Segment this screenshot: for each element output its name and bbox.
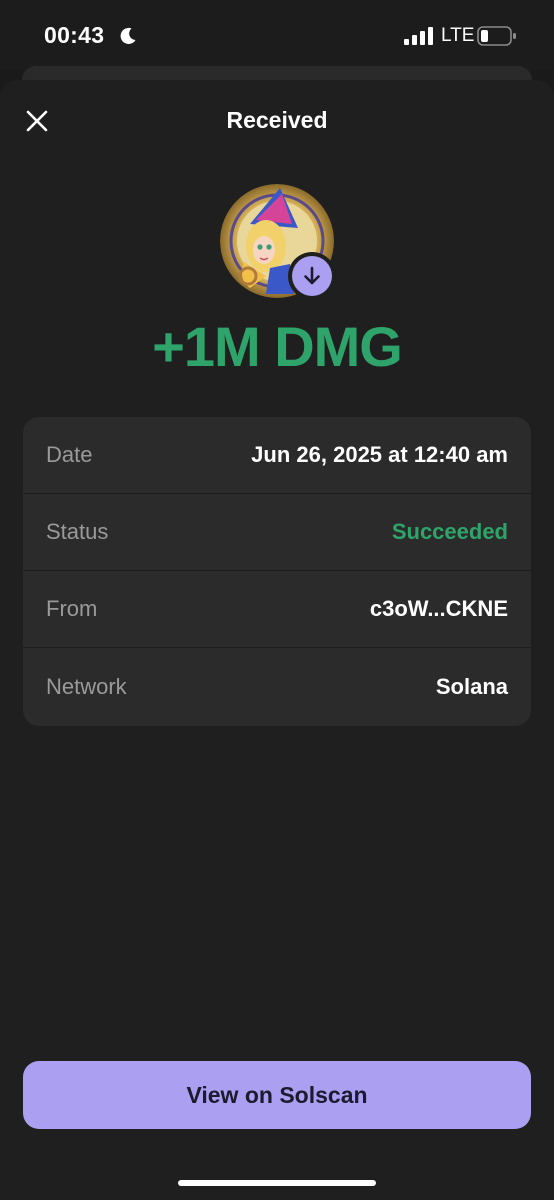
moon-icon	[120, 27, 136, 44]
arrow-down-icon	[304, 266, 320, 285]
network-value: Solana	[435, 674, 508, 699]
sheet-title: Received	[226, 107, 328, 133]
from-address[interactable]: c3oW...CKNE	[370, 596, 508, 622]
signal-icon	[404, 27, 433, 45]
detail-row-status: Status Succeeded	[23, 494, 531, 571]
status-value: Succeeded	[391, 519, 508, 544]
status-label: Status	[46, 519, 109, 544]
detail-row-network: Network Solana	[23, 648, 531, 726]
date-label: Date	[46, 442, 93, 467]
details-card: Date Jun 26, 2025 at 12:40 am Status Suc…	[23, 417, 531, 726]
view-on-solscan-button[interactable]: View on Solscan	[23, 1061, 531, 1129]
received-badge	[288, 252, 336, 300]
date-value: Jun 26, 2025 at 12:40 am	[251, 442, 508, 467]
received-amount: +1M DMG	[152, 315, 403, 378]
screen: 00:43 LTE Received +1M DMG Date Jun 26, …	[0, 0, 554, 1200]
transaction-sheet: Received +1M DMG Date Jun 26, 2025 at 12…	[0, 80, 554, 1200]
detail-row-from[interactable]: From c3oW...CKNE	[23, 571, 531, 648]
home-indicator[interactable]	[178, 1180, 376, 1186]
status-time: 00:43	[44, 22, 105, 48]
status-bar: 00:43 LTE	[0, 0, 554, 70]
detail-row-date: Date Jun 26, 2025 at 12:40 am	[23, 417, 531, 494]
battery-icon	[477, 26, 516, 46]
network-label: LTE	[441, 25, 475, 46]
network-row-label: Network	[46, 674, 127, 699]
from-label: From	[46, 596, 98, 621]
